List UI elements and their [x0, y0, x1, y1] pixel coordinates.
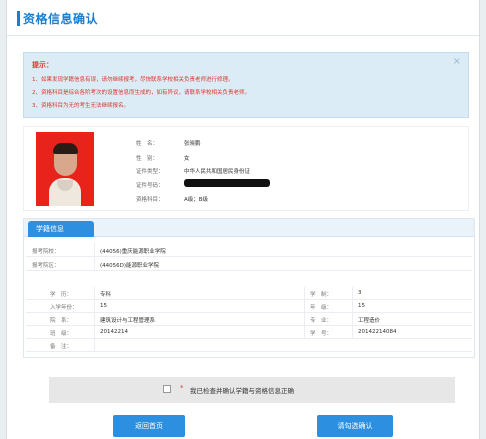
required-star: * [180, 384, 184, 392]
divider [94, 243, 95, 256]
name-label: 姓 名： [136, 141, 159, 147]
page-container: 资格信息确认 提示： × 1、如果发现学籍信息有误，请勿继续报考，尽快联系学校相… [6, 0, 480, 439]
divider [94, 300, 95, 312]
tab-education[interactable]: 学籍信息 [28, 221, 94, 237]
student-id-value: 20142214084 [358, 329, 397, 335]
divider [94, 287, 95, 299]
title-accent-bar [17, 11, 20, 26]
confirm-button[interactable]: 请勾选确认 [317, 415, 393, 437]
campus-value: (44056D)能源职业学院 [100, 263, 160, 269]
class-label: 班 级： [50, 331, 73, 337]
photo-hair [53, 143, 78, 154]
divider [352, 287, 353, 299]
table-row: 院 系： 建筑设计与工程管理系 专 业： 工程造价 [26, 313, 472, 326]
enroll-year-label: 入学年份： [50, 305, 78, 311]
id-type-value: 中华人民共和国居民身份证 [184, 169, 251, 175]
divider [352, 313, 353, 325]
divider [304, 326, 305, 338]
campus-label: 报考院区： [32, 263, 60, 269]
grade-label: 年 级： [310, 305, 333, 311]
redacted-id-number [184, 179, 270, 187]
tip-line: 2、资格科目是综合各阶考次的设置信息而生成的，如有异议，请联系学校相关负责老师。 [32, 90, 251, 96]
title-bar: 资格信息确认 [7, 0, 479, 36]
confirm-bar: * 我已检查并确认学籍与资格信息正确 [49, 377, 455, 403]
school-label: 报考院校： [32, 249, 60, 255]
department-value: 建筑设计与工程管理系 [100, 318, 156, 324]
grade-value: 15 [358, 303, 365, 309]
table-row: 入学年份： 15 年 级： 15 [26, 300, 472, 313]
divider [352, 326, 353, 338]
education-header: 学籍信息 [24, 219, 474, 237]
confirm-checkbox[interactable] [163, 385, 171, 393]
education-panel: 学籍信息 报考院校： (44056)重庆能源职业学院 报考院区： (44056D… [23, 218, 475, 358]
degree-value: 专科 [100, 292, 112, 298]
divider [304, 313, 305, 325]
divider [94, 313, 95, 325]
major-label: 专 业： [310, 318, 333, 324]
avatar [36, 132, 94, 206]
tip-line: 3、资格科目为无的考生无法继续报名。 [32, 103, 130, 109]
tips-panel: 提示： × 1、如果发现学籍信息有误，请勿继续报考，尽快联系学校相关负责老师进行… [23, 52, 469, 118]
subject-label: 资格科目： [136, 197, 164, 203]
close-icon[interactable]: × [453, 56, 461, 67]
class-value: 20142214 [100, 329, 128, 335]
duration-label: 学 制： [310, 292, 333, 298]
divider [304, 300, 305, 312]
back-home-button[interactable]: 返回首页 [113, 415, 185, 437]
enroll-year-value: 15 [100, 303, 107, 309]
id-number-label: 证件号码： [136, 183, 164, 189]
table-row: 学 历： 专科 学 制： 3 [26, 287, 472, 300]
confirm-label[interactable]: 我已检查并确认学籍与资格信息正确 [190, 385, 294, 395]
page-title: 资格信息确认 [23, 12, 99, 26]
school-value: (44056)重庆能源职业学院 [100, 249, 166, 255]
gender-label: 性 别： [136, 156, 159, 162]
subject-value: A级；B级 [184, 197, 209, 203]
divider [304, 287, 305, 299]
person-info-panel: 姓 名： 张晓鹏 性 别： 女 证件类型： 中华人民共和国居民身份证 证件号码：… [23, 126, 469, 211]
table-row: 班 级： 20142214 学 号： 20142214084 [26, 326, 472, 339]
major-value: 工程造价 [358, 318, 381, 324]
tips-title: 提示： [32, 61, 53, 69]
divider [94, 339, 95, 351]
degree-label: 学 历： [50, 292, 73, 298]
duration-value: 3 [358, 290, 362, 296]
gender-value: 女 [184, 156, 190, 162]
divider [94, 257, 95, 270]
tip-line: 1、如果发现学籍信息有误，请勿继续报考，尽快联系学校相关负责老师进行修理。 [32, 77, 234, 83]
table-row: 报考院区： (44056D)能源职业学院 [26, 257, 472, 271]
department-label: 院 系： [50, 318, 73, 324]
id-type-label: 证件类型： [136, 169, 164, 175]
remark-label: 备 注： [50, 344, 73, 350]
table-row: 报考院校： (44056)重庆能源职业学院 [26, 243, 472, 257]
student-id-label: 学 号： [310, 331, 333, 337]
divider [352, 300, 353, 312]
divider [94, 326, 95, 338]
name-value: 张晓鹏 [184, 141, 201, 147]
table-row: 备 注： [26, 339, 472, 352]
